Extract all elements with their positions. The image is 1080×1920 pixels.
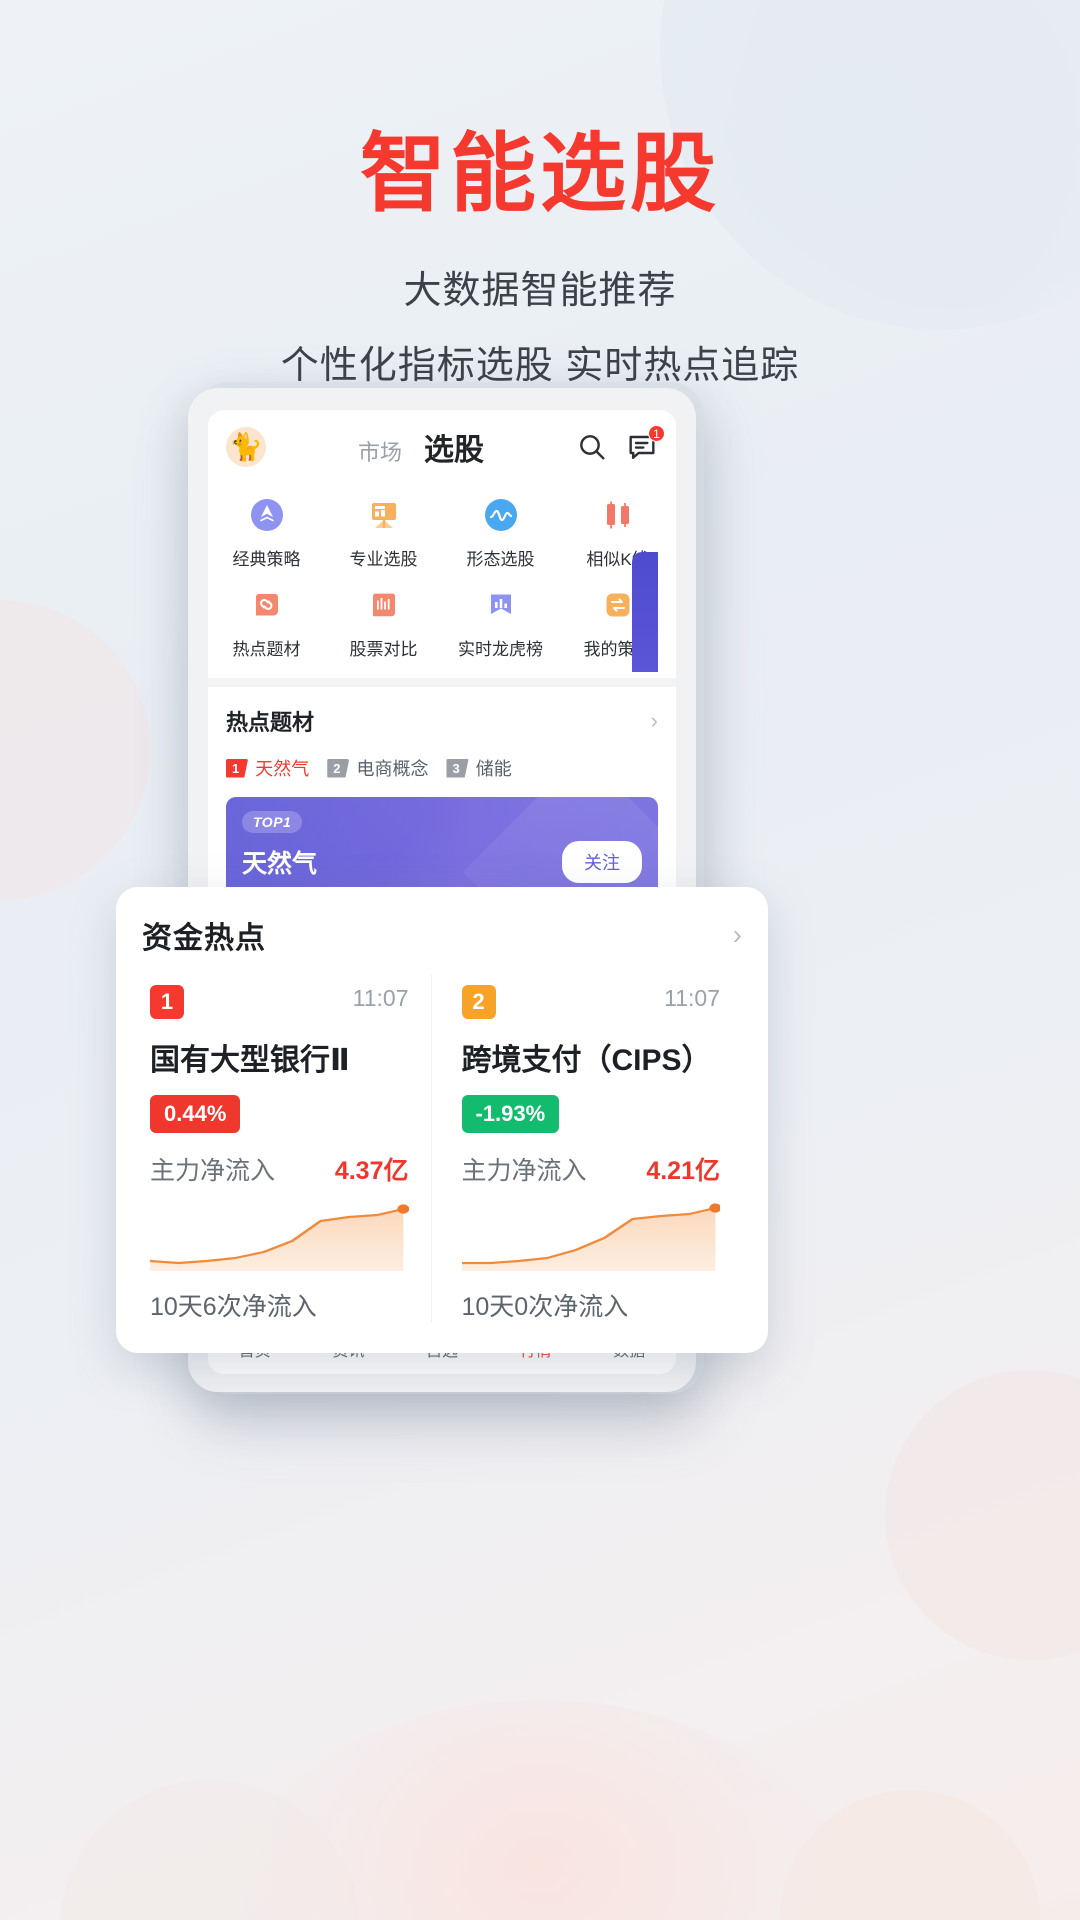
follow-button[interactable]: 关注 <box>562 841 642 883</box>
net-inflow-value: 4.37亿 <box>334 1157 409 1185</box>
overlay-header: 资金热点 › <box>142 913 742 957</box>
grid-label: 经典策略 <box>232 550 301 569</box>
page-title: 智能选股 <box>360 126 720 222</box>
hero-section: 智能选股 大数据智能推荐 个性化指标选股 实时热点追踪 <box>0 128 1080 389</box>
link-icon <box>246 584 288 626</box>
sector-name: 跨境支付（CIPS） <box>461 1044 712 1077</box>
hot-topic-header: 热点题材 › <box>226 705 658 737</box>
net-inflow-value: 4.21亿 <box>646 1157 720 1185</box>
hero-subtitle-2: 个性化指标选股 实时热点追踪 <box>280 344 800 387</box>
decorative-blob-left <box>0 600 150 900</box>
compare-bars-icon <box>363 584 405 626</box>
chevron-right-icon[interactable]: › <box>651 708 658 734</box>
grid-label: 形态选股 <box>466 550 535 569</box>
banner-next-card-peek[interactable] <box>632 552 658 672</box>
avatar[interactable]: 🐈 <box>226 427 266 467</box>
board-chart-icon <box>363 494 405 536</box>
tab-market[interactable]: 市场 <box>358 435 402 467</box>
grid-item-pro-picking[interactable]: 专业选股 <box>325 494 442 570</box>
net-inflow-label: 主力净流入 <box>461 1157 587 1185</box>
grid-item-classic-strategy[interactable]: 经典策略 <box>208 494 325 570</box>
topic-name: 储能 <box>475 759 512 779</box>
feature-grid: 经典策略 专业选股 形态选股 相似K线 热点题材 股票对比 实时龙虎榜 我的策略 <box>208 484 676 678</box>
header-tabs: 市场 选股 <box>266 425 576 469</box>
sparkline-chart-1 <box>148 1199 410 1271</box>
grid-item-similar-kline[interactable]: 相似K线 <box>559 494 676 570</box>
rank-badge: 1 <box>150 985 184 1019</box>
grid-item-hot-topics[interactable]: 热点题材 <box>208 584 325 660</box>
overlay-title: 资金热点 <box>142 922 266 955</box>
hot-topic-tabs: 1 天然气 2 电商概念 3 储能 <box>226 755 658 781</box>
app-header: 🐈 市场 选股 1 <box>208 410 676 484</box>
ranking-icon <box>480 584 522 626</box>
top-rank-badge: TOP1 <box>242 811 303 833</box>
card-top-row: 1 11:07 <box>150 985 409 1019</box>
compass-icon <box>246 494 288 536</box>
capital-hotspot-overlay: 资金热点 › 1 11:07 国有大型银行Ⅱ 0.44% 主力净流入 4.37亿 <box>116 887 768 1353</box>
inflow-days-text: 10天6次净流入 <box>150 1293 317 1321</box>
rank-flag: 1 <box>226 758 249 778</box>
rank-flag: 2 <box>327 758 350 778</box>
topic-tab-3[interactable]: 3 储能 <box>446 755 512 781</box>
tab-stock-picking[interactable]: 选股 <box>424 425 484 469</box>
grid-label: 实时龙虎榜 <box>458 640 543 659</box>
rank-flag: 3 <box>446 758 469 778</box>
grid-label: 热点题材 <box>232 640 301 659</box>
cat-avatar-icon: 🐈 <box>229 432 263 462</box>
change-badge: 0.44% <box>150 1095 241 1133</box>
overlay-card-list: 1 11:07 国有大型银行Ⅱ 0.44% 主力净流入 4.37亿 10天6次净… <box>142 975 742 1323</box>
search-icon[interactable] <box>576 431 608 463</box>
grid-item-my-strategy[interactable]: 我的策略 <box>559 584 676 660</box>
hot-topic-title: 热点题材 <box>226 710 315 735</box>
hot-topic-panel: 热点题材 › 1 天然气 2 电商概念 3 储能 TOP1 天然气 关注 <box>208 552 676 917</box>
timestamp: 11:07 <box>352 985 409 1011</box>
timestamp: 11:07 <box>664 985 720 1011</box>
topic-tab-1[interactable]: 1 天然气 <box>226 755 309 781</box>
banner-topic-name: 天然气 <box>242 850 318 878</box>
change-badge: -1.93% <box>461 1095 560 1133</box>
message-badge: 1 <box>648 425 665 442</box>
topic-tab-2[interactable]: 2 电商概念 <box>327 755 428 781</box>
grid-item-realtime-ranking[interactable]: 实时龙虎榜 <box>442 584 559 660</box>
net-inflow-label: 主力净流入 <box>150 1157 276 1185</box>
sector-name: 国有大型银行Ⅱ <box>150 1044 350 1077</box>
wave-icon <box>480 494 522 536</box>
net-inflow-row: 主力净流入 4.21亿 <box>462 1151 721 1187</box>
grid-item-pattern-picking[interactable]: 形态选股 <box>442 494 559 570</box>
hotspot-card-1[interactable]: 1 11:07 国有大型银行Ⅱ 0.44% 主力净流入 4.37亿 10天6次净… <box>142 975 431 1323</box>
decorative-glow-bottom <box>230 1700 850 1920</box>
topic-name: 电商概念 <box>356 759 429 779</box>
card-top-row: 2 11:07 <box>461 985 720 1019</box>
decorative-blob-right <box>885 1370 1080 1660</box>
sparkline-chart-2 <box>460 1199 721 1271</box>
grid-label: 专业选股 <box>349 550 418 569</box>
grid-label: 股票对比 <box>349 640 418 659</box>
topic-name: 天然气 <box>255 759 310 779</box>
header-icons: 1 <box>576 425 665 463</box>
kline-icon <box>597 494 639 536</box>
message-icon[interactable]: 1 <box>626 425 665 463</box>
grid-item-stock-compare[interactable]: 股票对比 <box>325 584 442 660</box>
hero-subtitle-1: 大数据智能推荐 <box>403 269 677 312</box>
hotspot-card-2[interactable]: 2 11:07 跨境支付（CIPS） -1.93% 主力净流入 4.21亿 10… <box>430 975 743 1323</box>
rank-badge: 2 <box>461 985 496 1019</box>
chevron-right-icon[interactable]: › <box>733 919 742 951</box>
net-inflow-row: 主力净流入 4.37亿 <box>150 1151 409 1187</box>
inflow-days-text: 10天0次净流入 <box>461 1293 629 1321</box>
